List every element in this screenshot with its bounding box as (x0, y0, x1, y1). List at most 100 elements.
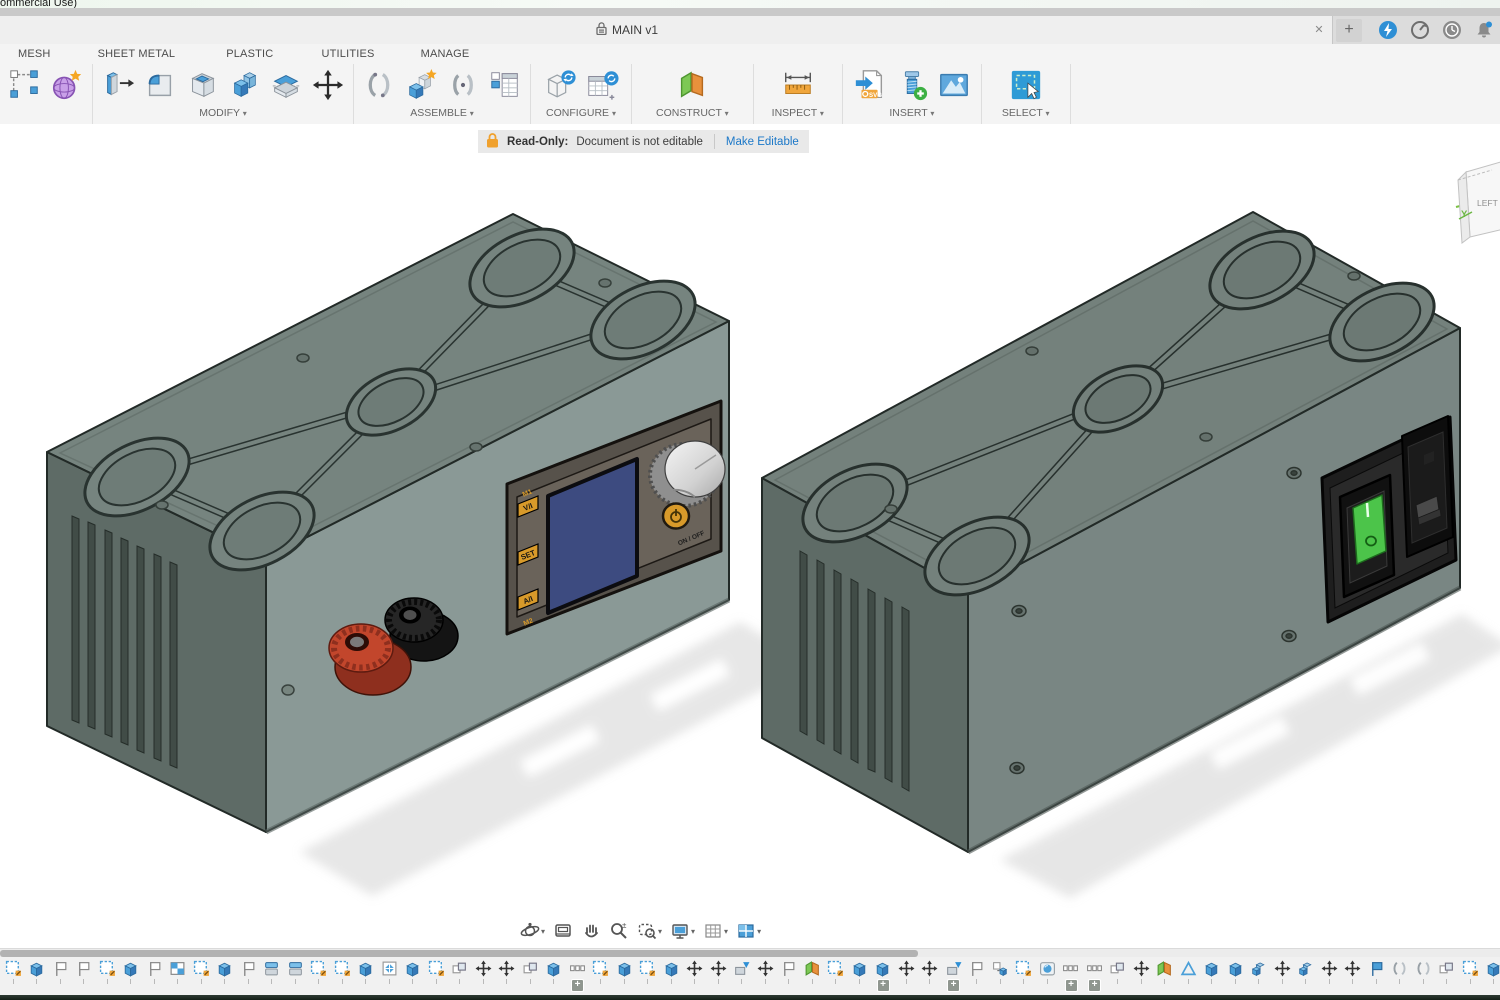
move-feature[interactable] (754, 960, 776, 992)
extrude-feature[interactable] (1483, 960, 1500, 992)
sketch-feature[interactable] (425, 960, 447, 992)
move-feature[interactable] (472, 960, 494, 992)
move-feature[interactable] (919, 960, 941, 992)
box-frame-feature[interactable] (378, 960, 400, 992)
measure-button[interactable] (777, 65, 819, 105)
sketch-feature[interactable] (590, 960, 612, 992)
expand-group-badge[interactable]: + (1065, 979, 1078, 992)
viewports-tool[interactable]: ▾ (734, 919, 763, 943)
model-viewport[interactable]: M1 V/I SET A/I M2 (0, 124, 1500, 957)
component-feature[interactable] (966, 960, 988, 992)
plane-feature[interactable] (801, 960, 823, 992)
component-feature[interactable] (237, 960, 259, 992)
expand-group-badge[interactable]: + (947, 979, 960, 992)
plane-feature[interactable] (1154, 960, 1176, 992)
move-feature[interactable] (895, 960, 917, 992)
extrude-feature[interactable] (613, 960, 635, 992)
sketch-feature[interactable] (331, 960, 353, 992)
chevron-down-icon[interactable]: ▾ (724, 927, 728, 936)
tab-manage[interactable]: MANAGE (417, 48, 474, 60)
copy-feature[interactable] (1436, 960, 1458, 992)
expand-group-badge[interactable]: + (1088, 979, 1101, 992)
split-body-button[interactable] (265, 65, 307, 105)
joint-feature[interactable] (1389, 960, 1411, 992)
chevron-down-icon[interactable]: ▾ (691, 927, 695, 936)
sketch-feature[interactable] (96, 960, 118, 992)
model-rear-view[interactable] (762, 212, 1500, 898)
expand-group-badge[interactable]: + (571, 979, 584, 992)
sketch-feature[interactable] (637, 960, 659, 992)
close-tab-button[interactable]: ✕ (1310, 21, 1328, 39)
sketch-feature[interactable] (825, 960, 847, 992)
component-feature[interactable] (49, 960, 71, 992)
insert-feature[interactable] (731, 960, 753, 992)
move-feature[interactable] (1271, 960, 1293, 992)
triangle-feature[interactable] (1177, 960, 1199, 992)
iec-inlet[interactable] (1402, 416, 1453, 557)
orbit-tool[interactable]: ▾ (518, 919, 547, 943)
extrude-feature[interactable]: + (872, 960, 894, 992)
new-tab-button[interactable]: + (1336, 19, 1362, 42)
shell-feature[interactable] (261, 960, 283, 992)
select-button[interactable] (1005, 65, 1047, 105)
component-feature[interactable] (143, 960, 165, 992)
pattern-feature[interactable]: + (1083, 960, 1105, 992)
tab-sheet-metal[interactable]: SHEET METAL (94, 48, 180, 60)
move-feature[interactable] (707, 960, 729, 992)
chevron-down-icon[interactable]: ▾ (757, 927, 761, 936)
section-feature[interactable] (167, 960, 189, 992)
viewport-canvas[interactable]: M1 V/I SET A/I M2 (0, 124, 1500, 957)
copy-feature[interactable] (1107, 960, 1129, 992)
canvas-button[interactable] (933, 65, 975, 105)
joint-button[interactable] (358, 65, 400, 105)
paste-feature[interactable] (989, 960, 1011, 992)
job-status-icon[interactable] (1410, 20, 1430, 40)
rocker-switch[interactable] (1340, 475, 1394, 597)
group-label-select[interactable]: SELECT ▾ (1002, 106, 1050, 121)
make-editable-link[interactable]: Make Editable (726, 136, 799, 148)
group-label-assemble[interactable]: ASSEMBLE ▾ (410, 106, 474, 121)
component-feature[interactable] (778, 960, 800, 992)
group-label-inspect[interactable]: INSPECT ▾ (772, 106, 824, 121)
configuration-button[interactable] (539, 65, 581, 105)
sketch-feature[interactable] (2, 960, 24, 992)
extrude-feature[interactable] (848, 960, 870, 992)
group-label-construct[interactable]: CONSTRUCT ▾ (656, 106, 729, 121)
group-label-modify[interactable]: MODIFY ▾ (199, 106, 247, 121)
view-cube[interactable]: LEFT Y (1456, 161, 1500, 243)
shell-button[interactable] (181, 65, 223, 105)
appearance-feature[interactable] (1036, 960, 1058, 992)
edit-form-button[interactable] (4, 65, 46, 105)
extrude-feature[interactable] (26, 960, 48, 992)
grid-tool[interactable]: ▾ (701, 919, 730, 943)
joint-feature[interactable] (1412, 960, 1434, 992)
tab-utilities[interactable]: UTILITIES (317, 48, 378, 60)
extrude-feature[interactable] (1201, 960, 1223, 992)
combine-button[interactable] (223, 65, 265, 105)
combine-feature[interactable] (1295, 960, 1317, 992)
as-built-joint-button[interactable] (442, 65, 484, 105)
zoom-window-tool[interactable]: ▾ (635, 919, 664, 943)
insert-feature[interactable]: + (942, 960, 964, 992)
sketch-feature[interactable] (190, 960, 212, 992)
combine-feature[interactable] (1248, 960, 1270, 992)
parts-list-button[interactable] (484, 65, 526, 105)
expand-group-badge[interactable]: + (877, 979, 890, 992)
new-component-button[interactable] (400, 65, 442, 105)
sketch-feature[interactable] (308, 960, 330, 992)
move-feature[interactable] (1342, 960, 1364, 992)
move-feature[interactable] (1318, 960, 1340, 992)
construction-plane-button[interactable] (671, 65, 713, 105)
pan-tool[interactable] (579, 919, 603, 943)
shell-feature[interactable] (284, 960, 306, 992)
configuration-table-button[interactable] (581, 65, 623, 105)
component-blue-feature[interactable] (1365, 960, 1387, 992)
move-feature[interactable] (1130, 960, 1152, 992)
fillet-button[interactable] (139, 65, 181, 105)
press-pull-button[interactable] (97, 65, 139, 105)
pattern-feature[interactable]: + (1060, 960, 1082, 992)
extrude-feature[interactable] (543, 960, 565, 992)
zoom-tool[interactable]: ± (607, 919, 631, 943)
model-front-view[interactable]: M1 V/I SET A/I M2 (39, 213, 812, 957)
group-label-insert[interactable]: INSERT ▾ (889, 106, 934, 121)
